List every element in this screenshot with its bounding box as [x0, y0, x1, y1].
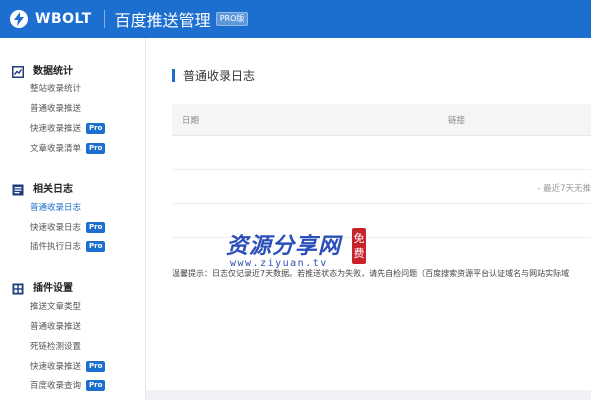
- log-table: 日期 链接 - 最近7天无推: [172, 104, 591, 238]
- brand-logo[interactable]: WBOLT: [10, 10, 92, 28]
- main-panel: 普通收录日志 日期 链接 - 最近7天无推 温馨提示：日志仅记录近7天数据。若推…: [146, 38, 591, 400]
- column-header-link: 链接: [448, 116, 466, 126]
- sidebar-group-logs: 相关日志: [12, 179, 73, 196]
- pro-badge: Pro: [86, 122, 106, 134]
- watermark: 资源分享网 www.ziyuan.tv 免费: [226, 228, 366, 269]
- column-header-date: 日期: [182, 116, 200, 126]
- sidebar-group-label: 插件设置: [33, 282, 73, 294]
- sidebar-item-article-list[interactable]: 文章收录清单 Pro: [30, 141, 106, 155]
- page-title: 百度推送管理: [114, 11, 211, 30]
- section-title: 普通收录日志: [183, 68, 256, 83]
- sidebar-item-label: 快速收录推送: [30, 124, 82, 134]
- brand-name: WBOLT: [35, 11, 92, 27]
- sidebar-group-label: 相关日志: [33, 183, 73, 195]
- table-row-empty: - 最近7天无推: [172, 170, 591, 204]
- sidebar-item-site-stats[interactable]: 整站收录统计: [30, 81, 81, 95]
- sidebar-item-normal-log[interactable]: 普通收录日志: [30, 200, 81, 214]
- sidebar-item-fast-push[interactable]: 快速收录推送 Pro: [30, 121, 106, 135]
- chart-icon: [12, 63, 24, 78]
- sidebar-item-label: 文章收录清单: [30, 144, 82, 154]
- watermark-title: 资源分享网: [226, 233, 342, 259]
- sidebar-item-normal-push-settings[interactable]: 普通收录推送: [30, 319, 81, 333]
- watermark-url: www.ziyuan.tv: [230, 258, 328, 269]
- pro-badge: Pro: [86, 240, 106, 252]
- table-row: [172, 136, 591, 170]
- sidebar-item-label: 死链检测设置: [30, 342, 82, 352]
- header-divider: [103, 10, 105, 28]
- sidebar: 数据统计 整站收录统计 普通收录推送 快速收录推送 Pro 文章收录清单 Pro 相…: [0, 38, 146, 400]
- sidebar-item-label: 推送文章类型: [30, 302, 82, 312]
- sidebar-item-post-types[interactable]: 推送文章类型: [30, 299, 81, 313]
- sidebar-item-fast-push-settings[interactable]: 快速收录推送 Pro: [30, 359, 106, 373]
- sidebar-item-label: 整站收录统计: [30, 84, 82, 94]
- app-header: WBOLT 百度推送管理 PRO版: [0, 0, 591, 38]
- pro-badge: Pro: [86, 360, 106, 372]
- sidebar-item-normal-push[interactable]: 普通收录推送: [30, 101, 81, 115]
- sidebar-item-deadlink-settings[interactable]: 死链检测设置: [30, 339, 81, 353]
- pro-badge: Pro: [86, 379, 106, 391]
- version-badge: PRO版: [215, 12, 249, 26]
- sidebar-item-baidu-query[interactable]: 百度收录查询 Pro: [30, 378, 106, 392]
- sidebar-group-stats: 数据统计: [12, 61, 73, 78]
- notice-text: 温馨提示：日志仅记录近7天数据。若推送状态为失败，请先自检问题（百度搜索资源平台…: [172, 269, 570, 278]
- bolt-logo-icon: [10, 10, 28, 28]
- sidebar-item-label: 快速收录推送: [30, 362, 82, 372]
- document-icon: [12, 181, 24, 196]
- sidebar-item-label: 普通收录推送: [30, 104, 82, 114]
- sidebar-group-label: 数据统计: [33, 65, 73, 77]
- empty-message: - 最近7天无推: [537, 184, 591, 194]
- footer-strip: [146, 390, 591, 400]
- section-accent-bar: [172, 68, 175, 82]
- sidebar-item-plugin-log[interactable]: 插件执行日志 Pro: [30, 239, 106, 253]
- settings-grid-icon: [12, 280, 24, 295]
- sidebar-item-label: 普通收录日志: [30, 203, 82, 213]
- table-header: 日期 链接: [172, 104, 591, 136]
- pro-badge: Pro: [86, 221, 106, 233]
- sidebar-item-label: 快速收录日志: [30, 223, 82, 233]
- sidebar-item-label: 普通收录推送: [30, 322, 82, 332]
- sidebar-item-label: 百度收录查询: [30, 381, 82, 391]
- sidebar-item-label: 插件执行日志: [30, 242, 82, 252]
- section-header: 普通收录日志: [172, 67, 255, 83]
- sidebar-item-fast-log[interactable]: 快速收录日志 Pro: [30, 220, 106, 234]
- pro-badge: Pro: [86, 142, 106, 154]
- watermark-seal: 免费: [352, 228, 366, 264]
- sidebar-group-settings: 插件设置: [12, 278, 73, 295]
